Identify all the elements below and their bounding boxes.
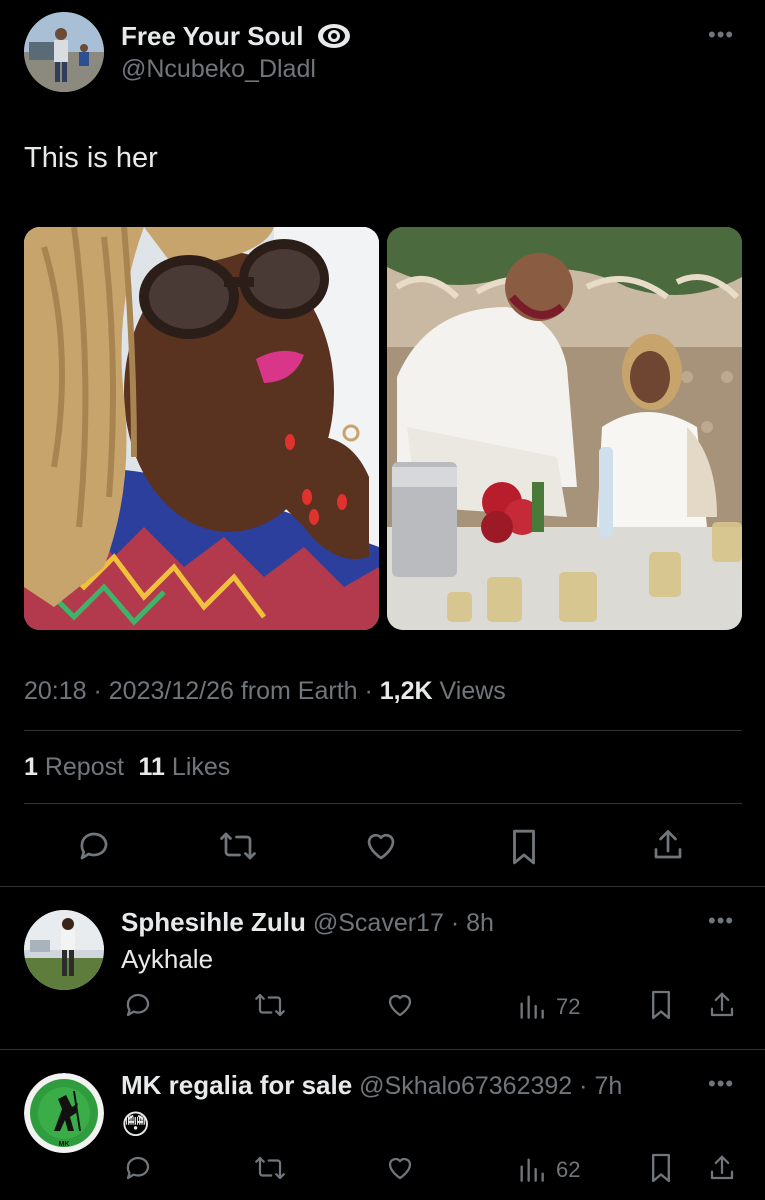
meta-separator: · — [443, 909, 467, 937]
author-handle[interactable]: @Ncubeko_Dladl — [121, 55, 316, 84]
author-display-name[interactable]: Free Your Soul — [121, 21, 304, 52]
reply-header: MK regalia for sale @Skhalo67362392 · 7h — [121, 1070, 622, 1101]
tweet-date[interactable]: 2023/12/26 — [109, 677, 234, 705]
reply-views-count: 62 — [556, 1157, 581, 1182]
reposts-label: Repost — [37, 753, 125, 781]
reply-icon[interactable] — [123, 990, 153, 1020]
likes-count: 11 — [138, 753, 165, 781]
more-options-icon[interactable]: ••• — [708, 24, 734, 46]
reply-handle[interactable]: @Skhalo67362392 — [359, 1072, 572, 1100]
reply-display-name[interactable]: Sphesihle Zulu — [121, 907, 306, 937]
mk-logo-text: MK — [59, 1141, 70, 1148]
views-count: 1,2K — [379, 677, 433, 705]
eye-icon — [316, 21, 352, 51]
reply-text: 😳 — [121, 1109, 151, 1140]
tweet-time[interactable]: 20:18 — [24, 677, 87, 705]
like-icon[interactable] — [362, 828, 400, 864]
reply-display-name[interactable]: MK regalia for sale — [121, 1070, 352, 1100]
share-icon[interactable] — [650, 826, 686, 864]
views-icon[interactable] — [517, 1155, 545, 1183]
tweet-stats: 1 Repost 11 Likes — [24, 753, 230, 782]
reply-views-count: 72 — [556, 994, 581, 1019]
tweet-image-dinner[interactable] — [387, 227, 742, 630]
likes-stat[interactable]: 11 Likes — [139, 753, 231, 781]
author-avatar[interactable] — [24, 12, 104, 92]
share-icon[interactable] — [707, 989, 737, 1021]
like-icon[interactable] — [384, 990, 416, 1020]
tweet-text: This is her — [24, 142, 158, 174]
reposts-count: 1 — [24, 753, 38, 781]
tweet-meta: 20:18 · 2023/12/26 from Earth · 1,2K Vie… — [24, 677, 506, 706]
meta-separator: · — [86, 677, 109, 705]
reply-avatar[interactable] — [24, 910, 104, 990]
tweet-image-selfie[interactable] — [24, 227, 379, 630]
meta-separator: · — [357, 677, 380, 705]
more-options-icon[interactable]: ••• — [708, 1073, 734, 1095]
views-icon[interactable] — [517, 992, 545, 1020]
reply-icon[interactable] — [76, 828, 112, 864]
share-icon[interactable] — [707, 1152, 737, 1184]
reply-avatar[interactable]: MK — [24, 1073, 104, 1153]
divider — [0, 886, 765, 887]
tweet-source: from Earth — [233, 677, 358, 705]
reply-handle[interactable]: @Scaver17 — [313, 909, 444, 937]
like-icon[interactable] — [384, 1153, 416, 1183]
bookmark-icon[interactable] — [648, 989, 674, 1021]
reply-text: Aykhale — [121, 944, 214, 974]
bookmark-icon[interactable] — [648, 1152, 674, 1184]
divider — [24, 730, 742, 731]
views-label: Views — [432, 677, 506, 705]
reply-time[interactable]: 8h — [466, 909, 494, 937]
divider — [24, 803, 742, 804]
reposts-stat[interactable]: 1 Repost — [24, 753, 124, 781]
more-options-icon[interactable]: ••• — [708, 910, 734, 932]
bookmark-icon[interactable] — [508, 828, 540, 866]
meta-separator: · — [572, 1072, 595, 1100]
likes-label: Likes — [164, 753, 231, 781]
repost-icon[interactable] — [218, 828, 258, 864]
divider — [0, 1049, 765, 1050]
reply-icon[interactable] — [123, 1153, 153, 1183]
reply-time[interactable]: 7h — [594, 1072, 622, 1100]
repost-icon[interactable] — [253, 1153, 287, 1183]
repost-icon[interactable] — [253, 990, 287, 1020]
reply-header: Sphesihle Zulu @Scaver17 · 8h — [121, 907, 494, 938]
